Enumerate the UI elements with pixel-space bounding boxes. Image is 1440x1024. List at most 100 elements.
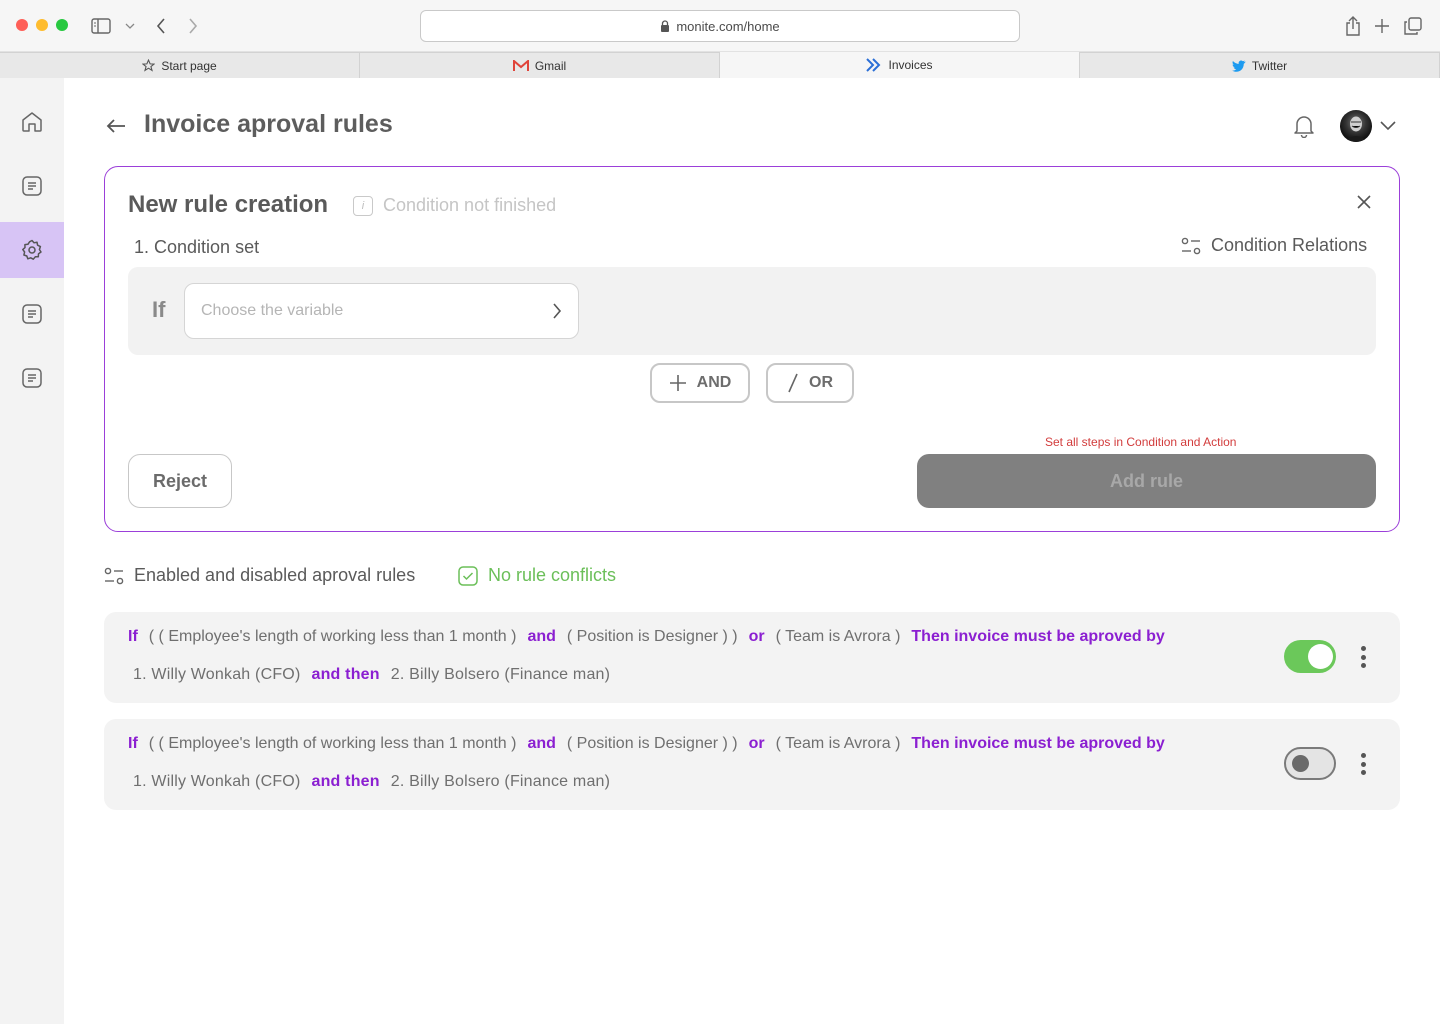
reject-button[interactable]: Reject (128, 454, 232, 508)
document-icon (22, 304, 42, 324)
rule-approvers-line: 1. Willy Wonkah (CFO) and then 2. Billy … (133, 666, 610, 684)
sidebar-toggle-icon[interactable] (90, 14, 112, 38)
browser-tabs: Start page Gmail Invoices Twitter (0, 52, 1440, 78)
rules-section-header: Enabled and disabled aproval rules (104, 565, 415, 586)
rule-enabled-toggle[interactable] (1284, 747, 1336, 780)
minimize-window-button[interactable] (36, 19, 48, 31)
tab-invoices[interactable]: Invoices (720, 52, 1080, 78)
condition-row: If Choose the variable (128, 267, 1376, 355)
rule-condition-1: ( ( Employee's length of working less th… (148, 735, 517, 752)
rule-if: If (128, 735, 138, 752)
add-or-condition-button[interactable]: OR (766, 363, 854, 403)
new-tab-icon[interactable] (1372, 14, 1392, 38)
condition-relations-button[interactable]: Condition Relations (1181, 235, 1367, 256)
relations-icon (104, 567, 124, 584)
lock-icon (661, 20, 670, 32)
condition-set-label: 1. Condition set (134, 237, 260, 257)
add-rule-button[interactable]: Add rule (917, 454, 1376, 508)
rule-then: Then invoice must be aproved by (911, 735, 1165, 752)
condition-relations-label: Condition Relations (1211, 235, 1368, 255)
rule-condition-3: ( Team is Avrora ) (775, 735, 901, 752)
rule-approver-2: 2. Billy Bolsero (Finance man) (390, 773, 611, 790)
rule-and-then: and then (311, 773, 380, 790)
document-icon (22, 368, 42, 388)
maximize-window-button[interactable] (56, 19, 68, 31)
tab-label: Twitter (1251, 58, 1288, 73)
share-icon[interactable] (1343, 14, 1363, 38)
rule-and-then: and then (311, 666, 380, 683)
rule-enabled-toggle[interactable] (1284, 640, 1336, 673)
rule-approvers-line: 1. Willy Wonkah (CFO) and then 2. Billy … (133, 773, 610, 791)
tab-label: Start page (161, 58, 217, 73)
chevron-down-icon[interactable] (1378, 116, 1398, 136)
new-rule-card: New rule creation i Condition not finish… (104, 166, 1400, 532)
gear-icon (22, 239, 42, 260)
variable-placeholder: Choose the variable (201, 302, 344, 319)
rule-condition-line: If ( ( Employee's length of working less… (128, 735, 1165, 753)
tab-label: Gmail (534, 58, 567, 73)
close-card-button[interactable] (1353, 191, 1375, 213)
condition-status: i Condition not finished (353, 195, 556, 216)
relations-icon (1181, 237, 1201, 254)
card-title: New rule creation (128, 191, 329, 218)
forward-nav-icon[interactable] (184, 14, 202, 38)
close-window-button[interactable] (16, 19, 28, 31)
add-and-condition-button[interactable]: AND (650, 363, 750, 403)
page-title: Invoice aproval rules (144, 110, 393, 138)
rule-approver-2: 2. Billy Bolsero (Finance man) (390, 666, 611, 683)
rule-and: and (527, 735, 556, 752)
tab-overview-icon[interactable] (1402, 14, 1424, 38)
rule-or: or (748, 628, 765, 645)
tab-start-page[interactable]: Start page (0, 52, 360, 78)
rules-section-title: Enabled and disabled aproval rules (134, 565, 416, 585)
twitter-icon (1232, 59, 1246, 72)
url-text: monite.com/home (676, 18, 780, 34)
rule-more-button[interactable] (1354, 644, 1372, 670)
rule-row: If ( ( Employee's length of working less… (104, 719, 1400, 810)
browser-titlebar: monite.com/home (0, 0, 1440, 52)
rule-then: Then invoice must be aproved by (911, 628, 1165, 645)
star-icon (142, 59, 156, 72)
tab-label: Invoices (888, 58, 933, 72)
conflicts-status-text: No rule conflicts (488, 565, 617, 585)
toggle-knob (1292, 755, 1309, 772)
rule-and: and (527, 628, 556, 645)
back-nav-icon[interactable] (152, 14, 170, 38)
rule-condition-2: ( Position is Designer ) ) (566, 628, 738, 645)
variable-select[interactable]: Choose the variable (184, 283, 579, 339)
sidebar-item-reports[interactable] (0, 286, 64, 342)
notifications-button[interactable] (1292, 113, 1316, 139)
monite-icon (866, 58, 881, 72)
chevron-down-icon[interactable] (124, 14, 136, 38)
rule-condition-2: ( Position is Designer ) ) (566, 735, 738, 752)
address-bar[interactable]: monite.com/home (420, 10, 1020, 42)
validation-hint: Set all steps in Condition and Action (1045, 435, 1237, 449)
sidebar-item-home[interactable] (0, 94, 64, 150)
check-box-icon (458, 565, 478, 586)
toggle-knob (1308, 644, 1333, 669)
rule-condition-line: If ( ( Employee's length of working less… (128, 628, 1165, 646)
if-label: If (152, 297, 166, 322)
rule-condition-1: ( ( Employee's length of working less th… (148, 628, 517, 645)
sidebar-item-documents[interactable] (0, 158, 64, 214)
tab-twitter[interactable]: Twitter (1080, 52, 1440, 78)
rule-or: or (748, 735, 765, 752)
rule-more-button[interactable] (1354, 751, 1372, 777)
and-label: AND (696, 374, 732, 391)
condition-status-text: Condition not finished (383, 195, 557, 215)
bell-icon (1294, 116, 1314, 138)
tab-gmail[interactable]: Gmail (360, 52, 720, 78)
conflicts-status: No rule conflicts (458, 565, 616, 586)
plus-icon (669, 375, 686, 391)
sidebar-item-settings[interactable] (0, 222, 64, 278)
sidebar-item-archive[interactable] (0, 350, 64, 406)
rule-approver-1: 1. Willy Wonkah (CFO) (133, 666, 301, 683)
arrow-left-icon (106, 119, 125, 133)
avatar[interactable] (1340, 110, 1372, 142)
back-button[interactable] (104, 114, 128, 138)
slash-icon (788, 373, 798, 393)
chevron-right-icon (553, 303, 562, 319)
or-label: OR (809, 374, 833, 391)
home-icon (22, 112, 42, 132)
rule-row: If ( ( Employee's length of working less… (104, 612, 1400, 703)
